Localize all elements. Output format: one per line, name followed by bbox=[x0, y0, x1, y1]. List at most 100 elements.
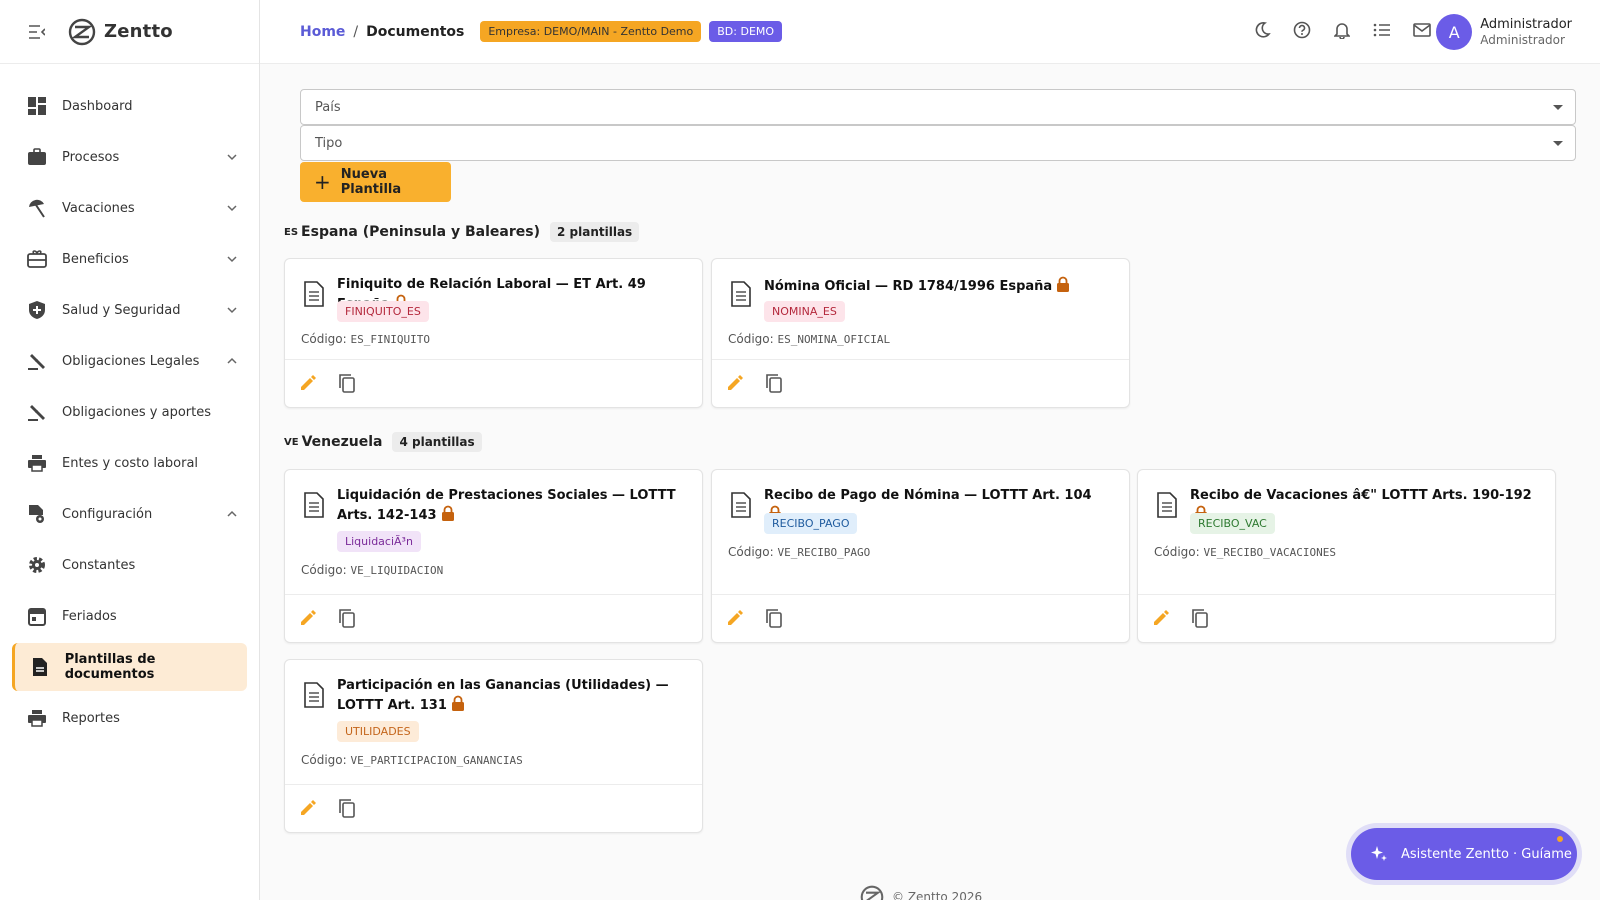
copy-icon[interactable] bbox=[337, 608, 357, 628]
template-card[interactable]: Liquidación de Prestaciones Sociales — L… bbox=[284, 469, 703, 643]
user-info: Administrador Administrador bbox=[1480, 17, 1572, 47]
template-code: Código: VE_RECIBO_VACACIONES bbox=[1154, 545, 1336, 559]
user-menu[interactable]: A Administrador Administrador bbox=[1436, 14, 1572, 50]
group-name: Espana (Peninsula y Baleares) bbox=[301, 224, 540, 240]
brand-bar: Zentto bbox=[0, 0, 259, 64]
country-select-placeholder: País bbox=[315, 99, 341, 115]
sidebar: Zentto Dashboard Procesos Vacaciones Ben… bbox=[0, 0, 260, 900]
country-select[interactable]: País bbox=[300, 89, 1576, 125]
template-card[interactable]: Recibo de Vacaciones â€" LOTTT Arts. 190… bbox=[1137, 469, 1556, 643]
plus-icon: + bbox=[314, 170, 331, 194]
sidebar-item-vacaciones[interactable]: Vacaciones bbox=[12, 184, 247, 232]
dashboard-icon bbox=[26, 95, 48, 117]
breadcrumb-current: Documentos bbox=[366, 23, 465, 40]
chevron-down-icon bbox=[227, 154, 237, 161]
template-title: Nómina Oficial — RD 1784/1996 España bbox=[764, 276, 1109, 296]
edit-icon[interactable] bbox=[1152, 609, 1170, 627]
bell-icon[interactable] bbox=[1332, 20, 1352, 40]
dropdown-arrow-icon bbox=[1553, 105, 1563, 110]
sidebar-item-feriados[interactable]: Feriados bbox=[12, 592, 247, 640]
template-count-badge: 2 plantillas bbox=[550, 222, 640, 242]
template-tag: LiquidaciÃ³n bbox=[337, 531, 421, 552]
user-role: Administrador bbox=[1480, 33, 1565, 47]
chevron-down-icon bbox=[227, 205, 237, 212]
template-title: Liquidación de Prestaciones Sociales — L… bbox=[337, 488, 676, 523]
assistant-button[interactable]: Asistente Zentto · Guíame bbox=[1351, 828, 1577, 880]
template-tag: FINIQUITO_ES bbox=[337, 301, 429, 322]
sidebar-item-constantes[interactable]: Constantes bbox=[12, 541, 247, 589]
gear-icon bbox=[26, 554, 48, 576]
edit-icon[interactable] bbox=[299, 374, 317, 392]
lock-icon bbox=[1057, 276, 1070, 292]
copy-icon[interactable] bbox=[1190, 608, 1210, 628]
sidebar-item-label: Constantes bbox=[62, 557, 136, 573]
header-toolbar bbox=[1252, 20, 1432, 40]
footer-text: © Zentto 2026 bbox=[892, 890, 983, 900]
avatar[interactable]: A bbox=[1436, 14, 1473, 50]
edit-icon[interactable] bbox=[299, 609, 317, 627]
template-card[interactable]: Nómina Oficial — RD 1784/1996 España NOM… bbox=[711, 258, 1130, 408]
copy-icon[interactable] bbox=[764, 373, 784, 393]
edit-icon[interactable] bbox=[726, 374, 744, 392]
edit-icon[interactable] bbox=[299, 799, 317, 817]
card-actions bbox=[285, 594, 702, 642]
sidebar-item-salud-seguridad[interactable]: Salud y Seguridad bbox=[12, 286, 247, 334]
sidebar-item-procesos[interactable]: Procesos bbox=[12, 133, 247, 181]
group-name: Venezuela bbox=[301, 434, 383, 450]
copy-icon[interactable] bbox=[764, 608, 784, 628]
type-select[interactable]: Tipo bbox=[300, 125, 1576, 161]
sidebar-item-obligaciones-aportes[interactable]: Obligaciones y aportes bbox=[12, 388, 247, 436]
sidebar-item-label: Dashboard bbox=[62, 98, 133, 114]
gavel-icon bbox=[26, 350, 48, 372]
shield-plus-icon bbox=[26, 299, 48, 321]
sidebar-item-label: Reportes bbox=[62, 710, 120, 726]
chevron-up-icon bbox=[227, 357, 237, 364]
sidebar-item-plantillas[interactable]: Plantillas de documentos bbox=[12, 643, 247, 691]
sidebar-nav: Dashboard Procesos Vacaciones Beneficios… bbox=[0, 64, 259, 742]
settings-doc-icon bbox=[26, 503, 48, 525]
breadcrumb-home-link[interactable]: Home bbox=[300, 24, 345, 40]
flag-code: VE bbox=[284, 436, 299, 448]
sidebar-item-beneficios[interactable]: Beneficios bbox=[12, 235, 247, 283]
document-outline-icon bbox=[1157, 492, 1177, 518]
mail-icon[interactable] bbox=[1412, 20, 1432, 40]
database-badge[interactable]: BD: DEMO bbox=[709, 21, 783, 42]
sidebar-item-configuracion[interactable]: Configuración bbox=[12, 490, 247, 538]
template-tag: RECIBO_VAC bbox=[1190, 513, 1275, 534]
list-icon[interactable] bbox=[1372, 20, 1392, 40]
template-tag: NOMINA_ES bbox=[764, 301, 845, 322]
template-card[interactable]: Participación en las Ganancias (Utilidad… bbox=[284, 659, 703, 833]
help-icon[interactable] bbox=[1292, 20, 1312, 40]
copy-icon[interactable] bbox=[337, 798, 357, 818]
company-badge[interactable]: Empresa: DEMO/MAIN - Zentto Demo bbox=[480, 21, 702, 42]
copy-icon[interactable] bbox=[337, 373, 357, 393]
dark-mode-icon[interactable] bbox=[1252, 20, 1272, 40]
template-tag: RECIBO_PAGO bbox=[764, 513, 858, 534]
gift-card-icon bbox=[26, 248, 48, 270]
sidebar-item-obligaciones-legales[interactable]: Obligaciones Legales bbox=[12, 337, 247, 385]
new-template-button[interactable]: + Nueva Plantilla bbox=[300, 162, 451, 202]
template-code: Código: VE_RECIBO_PAGO bbox=[728, 545, 871, 559]
sidebar-item-entes-costo[interactable]: Entes y costo laboral bbox=[12, 439, 247, 487]
sidebar-item-label: Vacaciones bbox=[62, 200, 135, 216]
footer: © Zentto 2026 bbox=[860, 885, 982, 900]
card-actions bbox=[1138, 594, 1555, 642]
chevron-up-icon bbox=[227, 510, 237, 517]
top-header: Home / Documentos Empresa: DEMO/MAIN - Z… bbox=[260, 0, 1600, 64]
printer-icon bbox=[26, 707, 48, 729]
template-card[interactable]: Finiquito de Relación Laboral — ET Art. … bbox=[284, 258, 703, 408]
menu-collapse-icon[interactable] bbox=[28, 23, 46, 41]
document-outline-icon bbox=[304, 281, 324, 307]
template-code: Código: VE_LIQUIDACION bbox=[301, 563, 444, 577]
template-card[interactable]: Recibo de Pago de Nómina — LOTTT Art. 10… bbox=[711, 469, 1130, 643]
sidebar-item-reportes[interactable]: Reportes bbox=[12, 694, 247, 742]
group-header-es: ES Espana (Peninsula y Baleares) 2 plant… bbox=[284, 222, 640, 242]
template-tag: UTILIDADES bbox=[337, 721, 419, 742]
edit-icon[interactable] bbox=[726, 609, 744, 627]
sidebar-item-dashboard[interactable]: Dashboard bbox=[12, 82, 247, 130]
type-select-placeholder: Tipo bbox=[315, 135, 343, 151]
card-actions bbox=[285, 784, 702, 832]
lock-icon bbox=[451, 695, 464, 711]
sparkle-icon bbox=[1371, 846, 1387, 861]
document-icon bbox=[29, 656, 51, 678]
